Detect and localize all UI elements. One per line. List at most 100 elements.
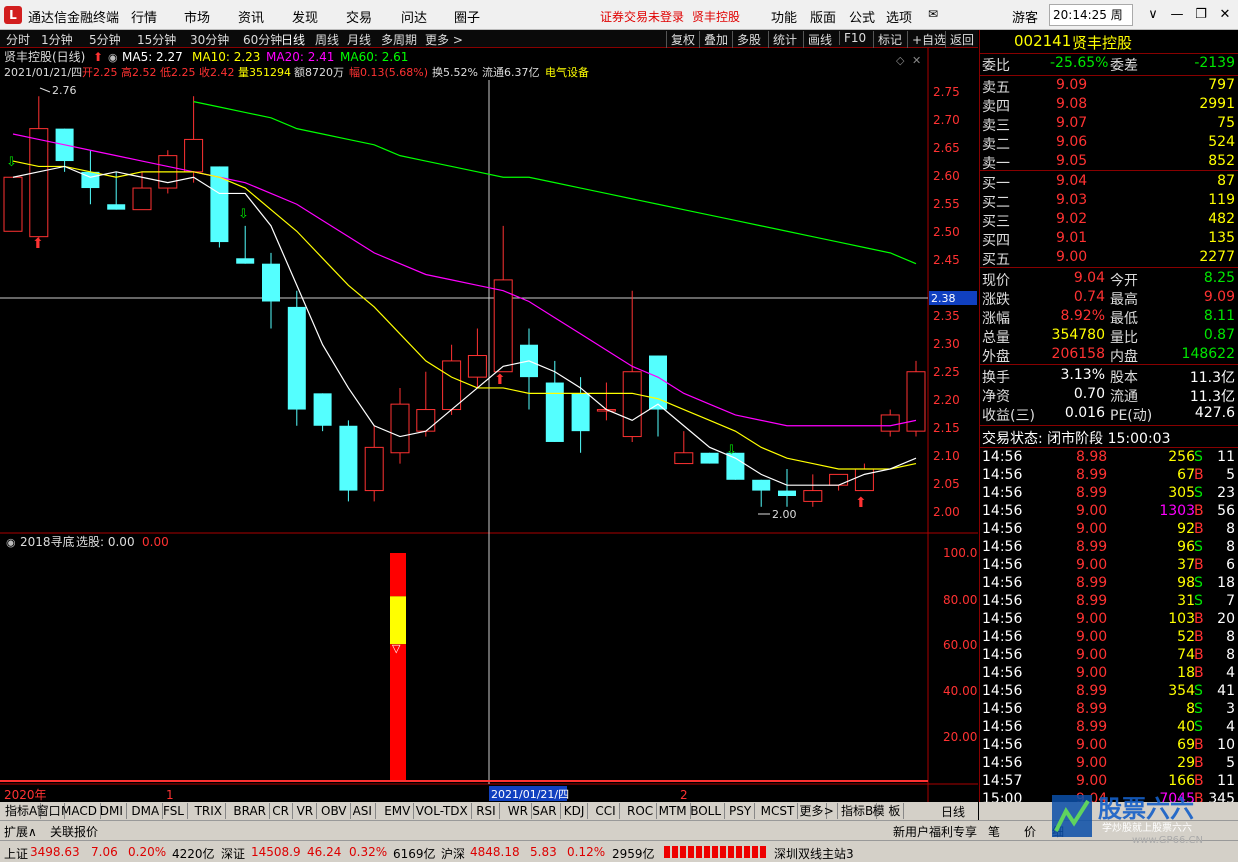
indicator-tab[interactable]: SAR [529,803,561,819]
kline-chart[interactable]: 贤丰控股(日线) ⬆ ◉ MA5: 2.27 MA10: 2.23 MA20: … [0,48,978,802]
period-weekly[interactable]: 周线 [315,31,339,48]
indicator-tab[interactable]: VR [294,803,318,819]
indicator-tab[interactable]: EMV [381,803,415,819]
menu-shichang[interactable]: 市场 [184,7,210,26]
indicator-tab[interactable]: CCI [592,803,620,819]
ask-row: 卖二 9.06 524 [980,134,1238,153]
ma-settings-icon[interactable]: ◉ [108,51,118,64]
chart-options-icon[interactable]: ◇ [896,54,905,67]
period-more[interactable]: 更多 > [425,31,463,48]
indicator-settings-icon[interactable]: ◉ [6,536,16,549]
fin-row: 净资 0.70 流通 11.3亿 [980,386,1238,405]
period-30min[interactable]: 30分钟 [190,31,229,48]
user-guest[interactable]: 游客 [1012,7,1038,26]
indicator-tab[interactable]: MCST [758,803,799,819]
indicator-tab[interactable]: CR [269,803,293,819]
date-axis-year: 2020年 [4,788,47,802]
indicator-tab[interactable]: TRIX [192,803,227,819]
minimize-icon[interactable]: — [1164,4,1190,26]
indicator-tab[interactable]: > [821,803,838,819]
related-quote-tab[interactable]: 关联报价 [50,823,98,840]
menu-hangqing[interactable]: 行情 [131,7,157,26]
indicator-tab[interactable]: MTM [656,803,691,819]
candle-down [700,452,719,464]
indicator-tab[interactable]: PSY [726,803,756,819]
tab-bi[interactable]: 笔 [988,823,1000,840]
ask-row: 卖四 9.08 2991 [980,96,1238,115]
menu-banmian[interactable]: 版面 [810,7,836,26]
period-5min[interactable]: 5分钟 [89,31,121,48]
candles-group [3,96,926,507]
hs-label: 沪深 [441,847,466,861]
btn-back[interactable]: 返回 [945,31,978,48]
ma20-label: MA20: 2.41 [266,50,334,64]
ask-volume: 524 [1208,134,1235,150]
period-15min[interactable]: 15分钟 [137,31,176,48]
chart-close-icon[interactable]: ✕ [912,54,921,67]
indicator-tab[interactable]: BRAR [230,803,271,819]
period-fenshi[interactable]: 分时 [6,31,30,48]
indicator-tab[interactable]: 模 板 [870,803,905,819]
ma-toggle-up-icon[interactable]: ⬆ [93,50,103,64]
menu-jiaoyi[interactable]: 交易 [346,7,372,26]
menu-faxian[interactable]: 发现 [292,7,318,26]
btn-f10[interactable]: F10 [839,31,870,45]
menu-gongneng[interactable]: 功能 [771,7,797,26]
indicator-tab[interactable]: KDJ [561,803,589,819]
stat-value: 9.09 [1203,289,1235,305]
server-name[interactable]: 深圳双线主站3 [774,845,854,862]
btn-biaoji[interactable]: 标记 [873,31,906,48]
stock-link[interactable]: 贤丰控股 [692,8,740,25]
indicator-tab[interactable]: WR [505,803,532,819]
indicator-tab[interactable]: OBV [318,803,351,819]
bid-row: 买四 9.01 135 [980,230,1238,249]
indicator-tab[interactable]: ROC [624,803,658,819]
tab-jia[interactable]: 价 [1024,823,1036,840]
promo-link[interactable]: 新用户福利专享 [893,823,977,840]
period-1min[interactable]: 1分钟 [41,31,73,48]
candle-up [674,452,694,465]
mail-icon[interactable]: ✉ [928,7,938,21]
expand-button[interactable]: 扩展∧ [4,823,37,840]
btn-add-watch[interactable]: +自选 [907,31,950,48]
candle-up [29,128,49,238]
chart-pane[interactable]: 贤丰控股(日线) ⬆ ◉ MA5: 2.27 MA10: 2.23 MA20: … [0,48,978,802]
period-60min[interactable]: 60分钟 [243,31,282,48]
indicator-tab[interactable]: BOLL [687,803,726,819]
tick-row: 14:56 9.00 1303 B 56 [980,503,1238,521]
bid-label: 买五 [982,252,1010,268]
menu-xuanxiang[interactable]: 选项 [886,7,912,26]
menu-wenda[interactable]: 问达 [401,7,427,26]
tick-side: B [1194,755,1204,771]
btn-diejia[interactable]: 叠加 [699,31,732,48]
indicator-tab[interactable]: FSL [160,803,188,819]
indicator-tab[interactable]: DMA [128,803,164,819]
indicator-tab[interactable]: MACD [58,803,101,819]
trade-login-notice[interactable]: 证券交易未登录 [600,8,684,25]
menu-arrow-icon[interactable]: ∨ [1140,4,1166,26]
bid-label: 买二 [982,195,1010,211]
menu-quanzi[interactable]: 圈子 [454,7,480,26]
indicator-tab[interactable]: ASI [350,803,376,819]
btn-huaxian[interactable]: 画线 [803,31,836,48]
candle-up [467,355,487,378]
menu-zixun[interactable]: 资讯 [238,7,264,26]
ask-price: 9.08 [1056,96,1088,112]
indicator-tab[interactable]: RSI [473,803,500,819]
period-daily[interactable]: 日线 [281,31,305,48]
period-multi[interactable]: 多周期 [381,31,417,48]
period-daily-tab[interactable]: 日线 [941,803,965,820]
close-icon[interactable]: ✕ [1212,4,1238,26]
period-monthly[interactable]: 月线 [347,31,371,48]
indicator-tab[interactable]: DMI [97,803,127,819]
btn-fuquan[interactable]: 复权 [666,31,699,48]
menu-gongshi[interactable]: 公式 [849,7,875,26]
tick-row: 14:56 9.00 29 B 5 [980,755,1238,773]
indicator-tab[interactable]: VOL-TDX [413,803,472,819]
restore-icon[interactable]: ❐ [1188,4,1214,26]
btn-tongji[interactable]: 统计 [768,31,801,48]
weicha-label: 委差 [1110,58,1138,74]
btn-duogu[interactable]: 多股 [732,31,765,48]
ask-label: 卖五 [982,80,1010,96]
tick-time: 14:56 [982,557,1023,573]
